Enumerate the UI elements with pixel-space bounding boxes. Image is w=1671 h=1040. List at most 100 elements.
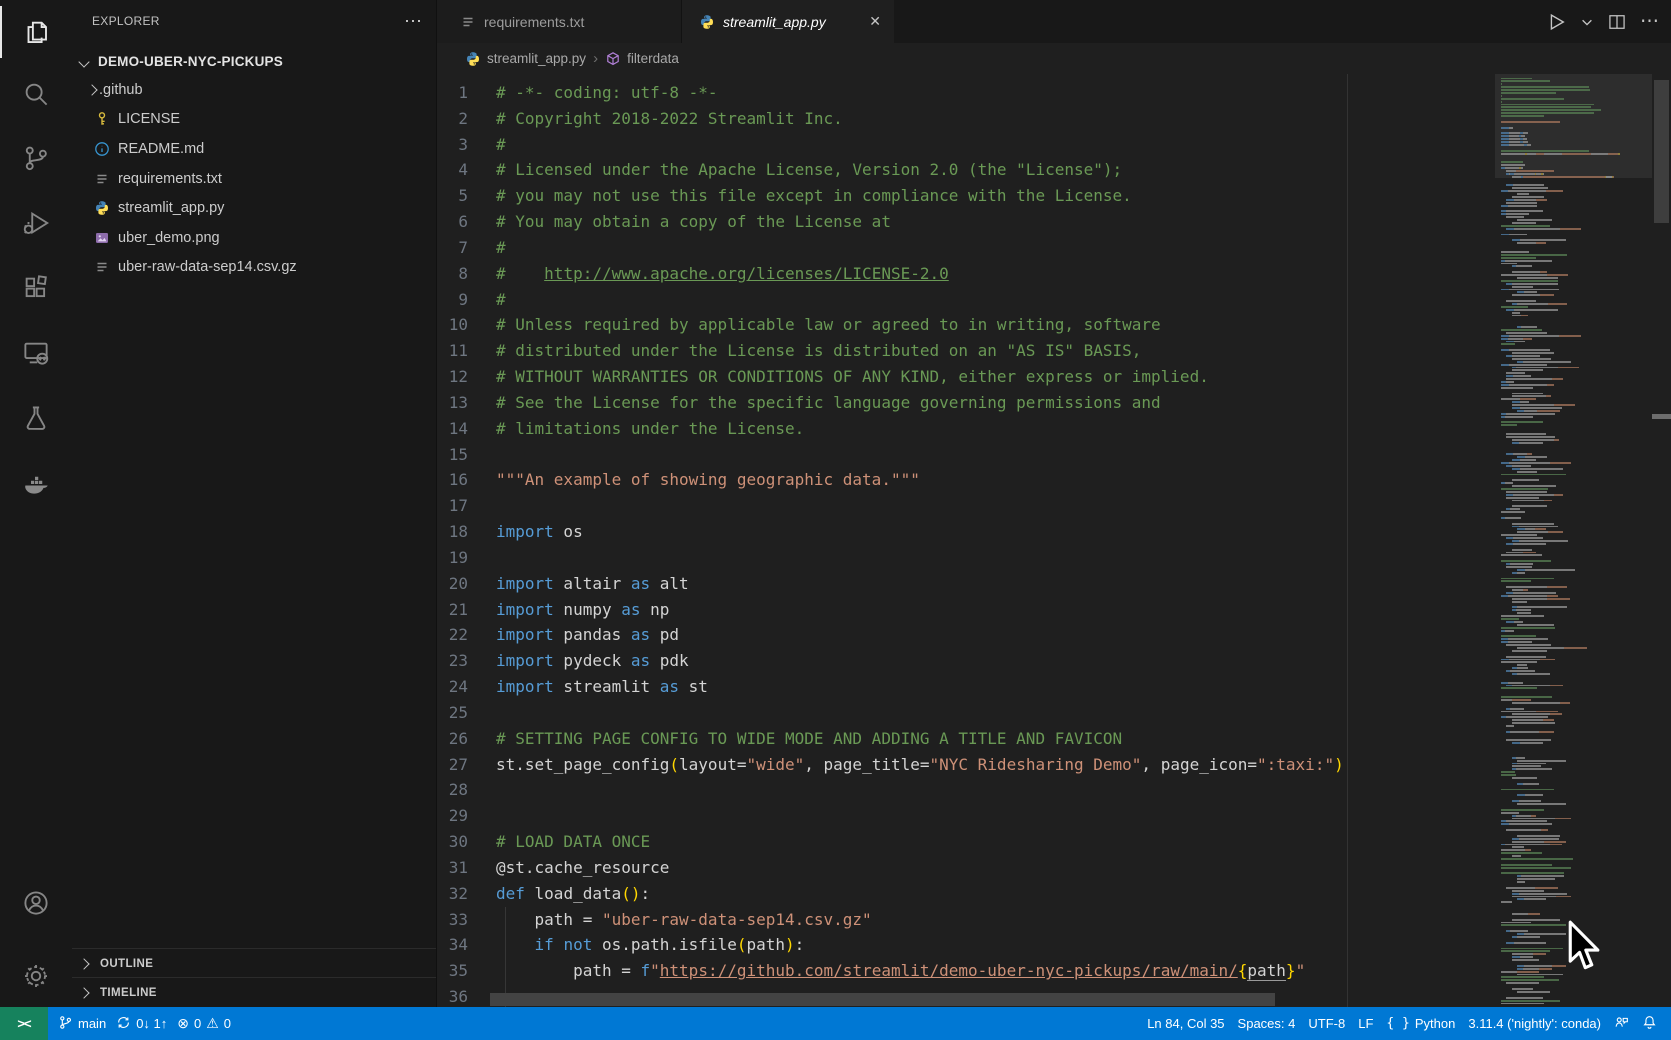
status-git-branch[interactable]: main — [58, 1015, 106, 1033]
code-lines[interactable]: 1# -*- coding: utf-8 -*-2# Copyright 201… — [437, 80, 1671, 1007]
remote-indicator[interactable]: >< — [0, 1007, 48, 1040]
code-text: import pydeck as pdk — [487, 648, 689, 674]
code-text: import pandas as pd — [487, 622, 679, 648]
timeline-label: TIMELINE — [100, 987, 157, 999]
code-text: # Unless required by applicable law or a… — [487, 312, 1161, 338]
split-editor-button[interactable] — [1607, 12, 1627, 32]
bell-icon — [1642, 1015, 1657, 1033]
code-line: 18import os — [437, 519, 1671, 545]
line-number: 30 — [437, 829, 487, 855]
code-text: # Licensed under the Apache License, Ver… — [487, 157, 1122, 183]
horizontal-scrollbar-thumb[interactable] — [490, 993, 1275, 1006]
more-actions-icon[interactable]: ⋯ — [404, 16, 422, 26]
activity-extensions[interactable] — [0, 264, 72, 312]
file-item-uber-demo-png[interactable]: uber_demo.png — [72, 223, 436, 253]
line-number: 10 — [437, 312, 487, 338]
line-number: 15 — [437, 442, 487, 468]
code-line: 14# limitations under the License. — [437, 416, 1671, 442]
code-line: 34 if not os.path.isfile(path): — [437, 932, 1671, 958]
activity-search[interactable] — [0, 70, 72, 118]
status-feedback[interactable] — [1614, 1015, 1629, 1033]
chevron-down-icon — [78, 56, 89, 67]
debug-icon — [21, 208, 51, 238]
close-icon[interactable]: ✕ — [869, 13, 881, 30]
code-text: # limitations under the License. — [487, 416, 804, 442]
code-text: # distributed under the License is distr… — [487, 338, 1141, 364]
overview-ruler-cursor-marker — [1652, 414, 1671, 419]
timeline-section[interactable]: TIMELINE — [72, 977, 436, 1008]
status-problems[interactable]: ⊗0⚠0 — [177, 1015, 231, 1032]
file-item--github[interactable]: .github — [72, 75, 436, 105]
status-encoding[interactable]: UTF-8 — [1308, 1016, 1345, 1031]
file-tree: .github LICENSE README.md requirements.txt s… — [72, 75, 436, 282]
file-item-requirements-txt[interactable]: requirements.txt — [72, 164, 436, 194]
breadcrumb: streamlit_app.py › filterdata — [437, 43, 1671, 74]
status-indentation[interactable]: Spaces: 4 — [1238, 1016, 1296, 1031]
activity-run-and-debug[interactable] — [0, 199, 72, 247]
explorer-title: EXPLORER — [92, 14, 404, 28]
file-item-license[interactable]: LICENSE — [72, 105, 436, 135]
code-line: 24import streamlit as st — [437, 674, 1671, 700]
sidebar-header: EXPLORER ⋯ — [72, 0, 436, 42]
vertical-scrollbar-thumb[interactable] — [1654, 80, 1669, 223]
file-label: .github — [99, 82, 143, 98]
code-line: 29 — [437, 803, 1671, 829]
textfile-file-icon — [93, 259, 110, 276]
folder-root-row[interactable]: DEMO-UBER-NYC-PICKUPS — [72, 48, 436, 75]
status-python-interpreter[interactable]: 3.11.4 ('nightly': conda) — [1468, 1016, 1601, 1031]
code-editor[interactable]: 1# -*- coding: utf-8 -*-2# Copyright 201… — [437, 74, 1671, 1007]
activity-settings[interactable] — [0, 952, 72, 1000]
tab-label: requirements.txt — [484, 14, 584, 30]
code-text: # -*- coding: utf-8 -*- — [487, 80, 718, 106]
vertical-scrollbar[interactable] — [1652, 74, 1671, 1007]
line-number: 26 — [437, 726, 487, 752]
breadcrumb-symbol[interactable]: filterdata — [605, 51, 679, 67]
status-cursor-position[interactable]: Ln 84, Col 35 — [1147, 1016, 1224, 1031]
editor-group: requirements.txtstreamlit_app.py✕ ⋯ stre… — [437, 0, 1671, 1007]
tab-requirements-txt[interactable]: requirements.txt — [437, 0, 682, 43]
play-icon — [1545, 11, 1567, 33]
chevdown-icon — [1580, 15, 1594, 29]
code-text: # See the License for the specific langu… — [487, 390, 1161, 416]
code-text — [487, 803, 496, 829]
tab-bar: requirements.txt streamlit_app.py✕ ⋯ — [437, 0, 1671, 43]
code-text: # you may not use this file except in co… — [487, 183, 1132, 209]
breadcrumb-file[interactable]: streamlit_app.py — [465, 51, 586, 67]
line-number: 9 — [437, 287, 487, 313]
file-label: README.md — [118, 141, 204, 157]
line-number: 1 — [437, 80, 487, 106]
activity-accounts[interactable] — [0, 879, 72, 927]
status-git-sync[interactable]: 0↓ 1↑ — [116, 1015, 167, 1033]
feedback-icon — [1614, 1015, 1629, 1033]
status-label: UTF-8 — [1308, 1016, 1345, 1031]
activity-source-control[interactable] — [0, 134, 72, 182]
file-item-uber-raw-data-sep14-csv-gz[interactable]: uber-raw-data-sep14.csv.gz — [72, 253, 436, 283]
line-number: 29 — [437, 803, 487, 829]
file-item-readme-md[interactable]: README.md — [72, 134, 436, 164]
code-line: 27st.set_page_config(layout="wide", page… — [437, 752, 1671, 778]
gear-icon — [21, 961, 51, 991]
minimap[interactable] — [1495, 74, 1652, 1007]
status-eol[interactable]: LF — [1358, 1016, 1373, 1031]
code-text — [487, 545, 496, 571]
status-language-mode[interactable]: { }Python — [1386, 1016, 1455, 1031]
braces-icon: { } — [1386, 1016, 1409, 1031]
outline-section[interactable]: OUTLINE — [72, 948, 436, 978]
indent-guide — [505, 932, 506, 958]
file-label: uber-raw-data-sep14.csv.gz — [118, 259, 297, 275]
file-item-streamlit-app-py[interactable]: streamlit_app.py — [72, 193, 436, 223]
run-dropdown[interactable] — [1580, 15, 1594, 29]
file-label: streamlit_app.py — [118, 200, 224, 216]
activity-testing[interactable] — [0, 394, 72, 442]
activity-docker[interactable] — [0, 459, 72, 507]
run-button[interactable] — [1545, 11, 1567, 33]
status-bar-right: Ln 84, Col 35 Spaces: 4 UTF-8 LF { }Python 3.… — [1147, 1015, 1657, 1033]
activity-remote-explorer[interactable] — [0, 329, 72, 377]
tab-streamlit-app-py[interactable]: streamlit_app.py✕ — [682, 0, 894, 43]
status-label: 0↓ 1↑ — [136, 1016, 167, 1031]
testing-icon — [21, 403, 51, 433]
more-actions[interactable]: ⋯ — [1640, 10, 1659, 33]
status-notifications[interactable] — [1642, 1015, 1657, 1033]
image-file-icon — [93, 229, 110, 246]
activity-explorer[interactable] — [0, 8, 72, 56]
